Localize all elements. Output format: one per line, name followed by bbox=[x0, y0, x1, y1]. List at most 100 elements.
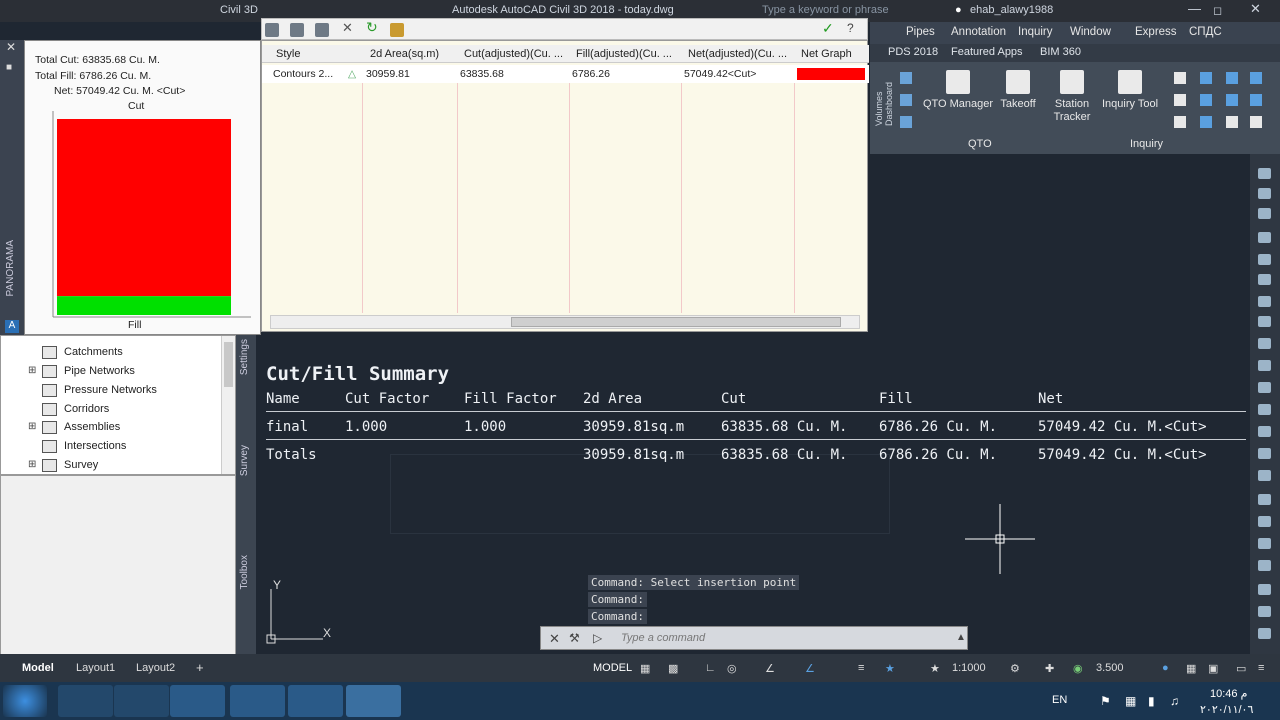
col-fill[interactable]: Fill(adjusted)(Cu. ... bbox=[576, 48, 672, 60]
tool-icon[interactable] bbox=[1258, 208, 1271, 219]
menu-inquiry[interactable]: Inquiry bbox=[1018, 26, 1053, 38]
tool-icon[interactable] bbox=[1174, 72, 1186, 84]
vertical-scrollbar[interactable] bbox=[221, 336, 235, 474]
screen-recorder-icon[interactable] bbox=[288, 685, 343, 717]
tab-layout1[interactable]: Layout1 bbox=[76, 662, 115, 674]
qto-manager-button[interactable]: QTO Manager bbox=[922, 70, 994, 111]
delete-icon[interactable]: ✕ bbox=[342, 20, 356, 35]
menu-annotation[interactable]: Annotation bbox=[951, 26, 1006, 38]
tree-item-corridors[interactable]: Corridors bbox=[64, 403, 109, 415]
col-2d-area[interactable]: 2d Area(sq.m) bbox=[370, 48, 439, 60]
expand-icon[interactable]: ⊞ bbox=[28, 365, 36, 376]
tool-icon[interactable] bbox=[1258, 338, 1271, 349]
plus-icon[interactable]: ✚ bbox=[1045, 662, 1054, 675]
tool-icon[interactable] bbox=[1258, 516, 1271, 527]
cell-style[interactable]: Contours 2... bbox=[273, 68, 333, 80]
tab-bim360[interactable]: BIM 360 bbox=[1040, 46, 1081, 58]
tab-toolbox[interactable]: Toolbox bbox=[239, 555, 250, 589]
internet-explorer-icon[interactable] bbox=[58, 685, 113, 717]
ortho-icon[interactable]: ∟ bbox=[705, 662, 716, 674]
tool-icon[interactable] bbox=[900, 94, 912, 106]
scrollbar-thumb[interactable] bbox=[511, 317, 841, 327]
tool-icon[interactable] bbox=[1200, 72, 1212, 84]
tool-icon[interactable] bbox=[900, 116, 912, 128]
tree-item-intersections[interactable]: Intersections bbox=[64, 440, 126, 452]
tool-icon[interactable] bbox=[1226, 72, 1238, 84]
tool-icon[interactable] bbox=[315, 23, 329, 37]
tab-model[interactable]: Model bbox=[22, 662, 54, 674]
tool-icon[interactable] bbox=[290, 23, 304, 37]
tool-icon[interactable] bbox=[1258, 404, 1271, 415]
tab-featured-apps[interactable]: Featured Apps bbox=[951, 46, 1023, 58]
flag-icon[interactable]: ⚑ bbox=[1100, 694, 1111, 708]
tool-icon[interactable] bbox=[265, 23, 279, 37]
windows-start-icon[interactable] bbox=[3, 685, 47, 717]
grid-icon[interactable]: ▦ bbox=[640, 662, 650, 675]
clean-screen-icon[interactable]: ▣ bbox=[1208, 662, 1218, 675]
tool-icon[interactable] bbox=[390, 23, 404, 37]
isolate-icon[interactable]: ● bbox=[1162, 662, 1169, 674]
tool-icon[interactable] bbox=[900, 72, 912, 84]
menu-window[interactable]: Window bbox=[1070, 26, 1111, 38]
tool-icon[interactable] bbox=[1174, 116, 1186, 128]
otrack-icon[interactable]: ∠ bbox=[805, 662, 815, 675]
apply-check-icon[interactable]: ✓ bbox=[822, 20, 836, 36]
command-input[interactable]: Type a command bbox=[621, 632, 705, 644]
expand-icon[interactable]: ⊞ bbox=[28, 459, 36, 470]
add-layout-button[interactable]: + bbox=[196, 660, 204, 675]
refresh-icon[interactable]: ↻ bbox=[366, 19, 380, 35]
tool-icon[interactable] bbox=[1258, 426, 1271, 437]
doc-tab[interactable]: Civil 3D bbox=[220, 4, 258, 16]
inquiry-tool-button[interactable]: Inquiry Tool bbox=[1098, 70, 1162, 111]
menu-spds[interactable]: СПДС bbox=[1189, 26, 1222, 38]
annotation-icon[interactable]: ★ bbox=[885, 662, 895, 675]
user-icon[interactable]: ● bbox=[955, 4, 962, 16]
tool-icon[interactable] bbox=[1226, 116, 1238, 128]
minimize-icon[interactable]: — bbox=[1188, 1, 1201, 16]
takeoff-button[interactable]: Takeoff bbox=[994, 70, 1042, 111]
close-icon[interactable]: ✕ bbox=[1250, 1, 1261, 17]
wrench-icon[interactable]: ⚒ bbox=[569, 631, 580, 645]
battery-icon[interactable]: ▮ bbox=[1148, 694, 1155, 708]
snap-icon[interactable]: ▩ bbox=[668, 662, 678, 675]
globe-icon[interactable] bbox=[1258, 274, 1271, 285]
tool-icon[interactable] bbox=[1258, 254, 1271, 265]
tool-icon[interactable] bbox=[1250, 116, 1262, 128]
chevron-up-icon[interactable]: ▲ bbox=[956, 632, 966, 643]
scrollbar-thumb[interactable] bbox=[224, 342, 233, 387]
help-icon[interactable]: ? bbox=[847, 21, 861, 35]
tree-item-survey[interactable]: Survey bbox=[64, 459, 98, 471]
autocad-taskbar-icon[interactable] bbox=[346, 685, 401, 717]
tool-icon[interactable] bbox=[1258, 560, 1271, 571]
annotation-scale[interactable]: 1:1000 bbox=[952, 662, 986, 674]
panel-inquiry-label[interactable]: Inquiry bbox=[1130, 138, 1163, 150]
polar-icon[interactable]: ◎ bbox=[727, 662, 737, 675]
tree-item-pipe-networks[interactable]: Pipe Networks bbox=[64, 365, 135, 377]
clock-date[interactable]: ٢٠٢٠/١١/٠٦ bbox=[1200, 703, 1253, 716]
station-tracker-button[interactable]: Station Tracker bbox=[1046, 70, 1098, 124]
fullscreen-icon[interactable]: ▭ bbox=[1236, 662, 1246, 675]
col-net-graph[interactable]: Net Graph bbox=[801, 48, 852, 60]
tool-icon[interactable] bbox=[1258, 494, 1271, 505]
tool-icon[interactable] bbox=[1174, 94, 1186, 106]
tool-icon[interactable] bbox=[1250, 72, 1262, 84]
tab-settings[interactable]: Settings bbox=[239, 339, 250, 375]
globe-icon[interactable] bbox=[1258, 296, 1271, 307]
col-cut[interactable]: Cut(adjusted)(Cu. ... bbox=[464, 48, 563, 60]
model-space-button[interactable]: MODEL bbox=[593, 662, 632, 674]
tool-icon[interactable] bbox=[1258, 232, 1271, 243]
tool-icon[interactable] bbox=[1258, 584, 1271, 595]
tool-icon[interactable] bbox=[1258, 470, 1271, 481]
osnap-icon[interactable]: ∠ bbox=[765, 662, 775, 675]
tab-layout2[interactable]: Layout2 bbox=[136, 662, 175, 674]
user-name[interactable]: ehab_alawy1988 bbox=[970, 4, 1053, 16]
language-indicator[interactable]: EN bbox=[1052, 694, 1067, 706]
tool-icon[interactable] bbox=[1258, 168, 1271, 179]
col-net[interactable]: Net(adjusted)(Cu. ... bbox=[688, 48, 787, 60]
menu-pipes[interactable]: Pipes bbox=[906, 26, 935, 38]
tool-icon[interactable] bbox=[1258, 606, 1271, 617]
menu-express[interactable]: Express bbox=[1135, 26, 1177, 38]
tool-icon[interactable] bbox=[1258, 316, 1271, 327]
tab-pds[interactable]: PDS 2018 bbox=[888, 46, 938, 58]
menu-icon[interactable]: ≡ bbox=[1258, 662, 1264, 674]
